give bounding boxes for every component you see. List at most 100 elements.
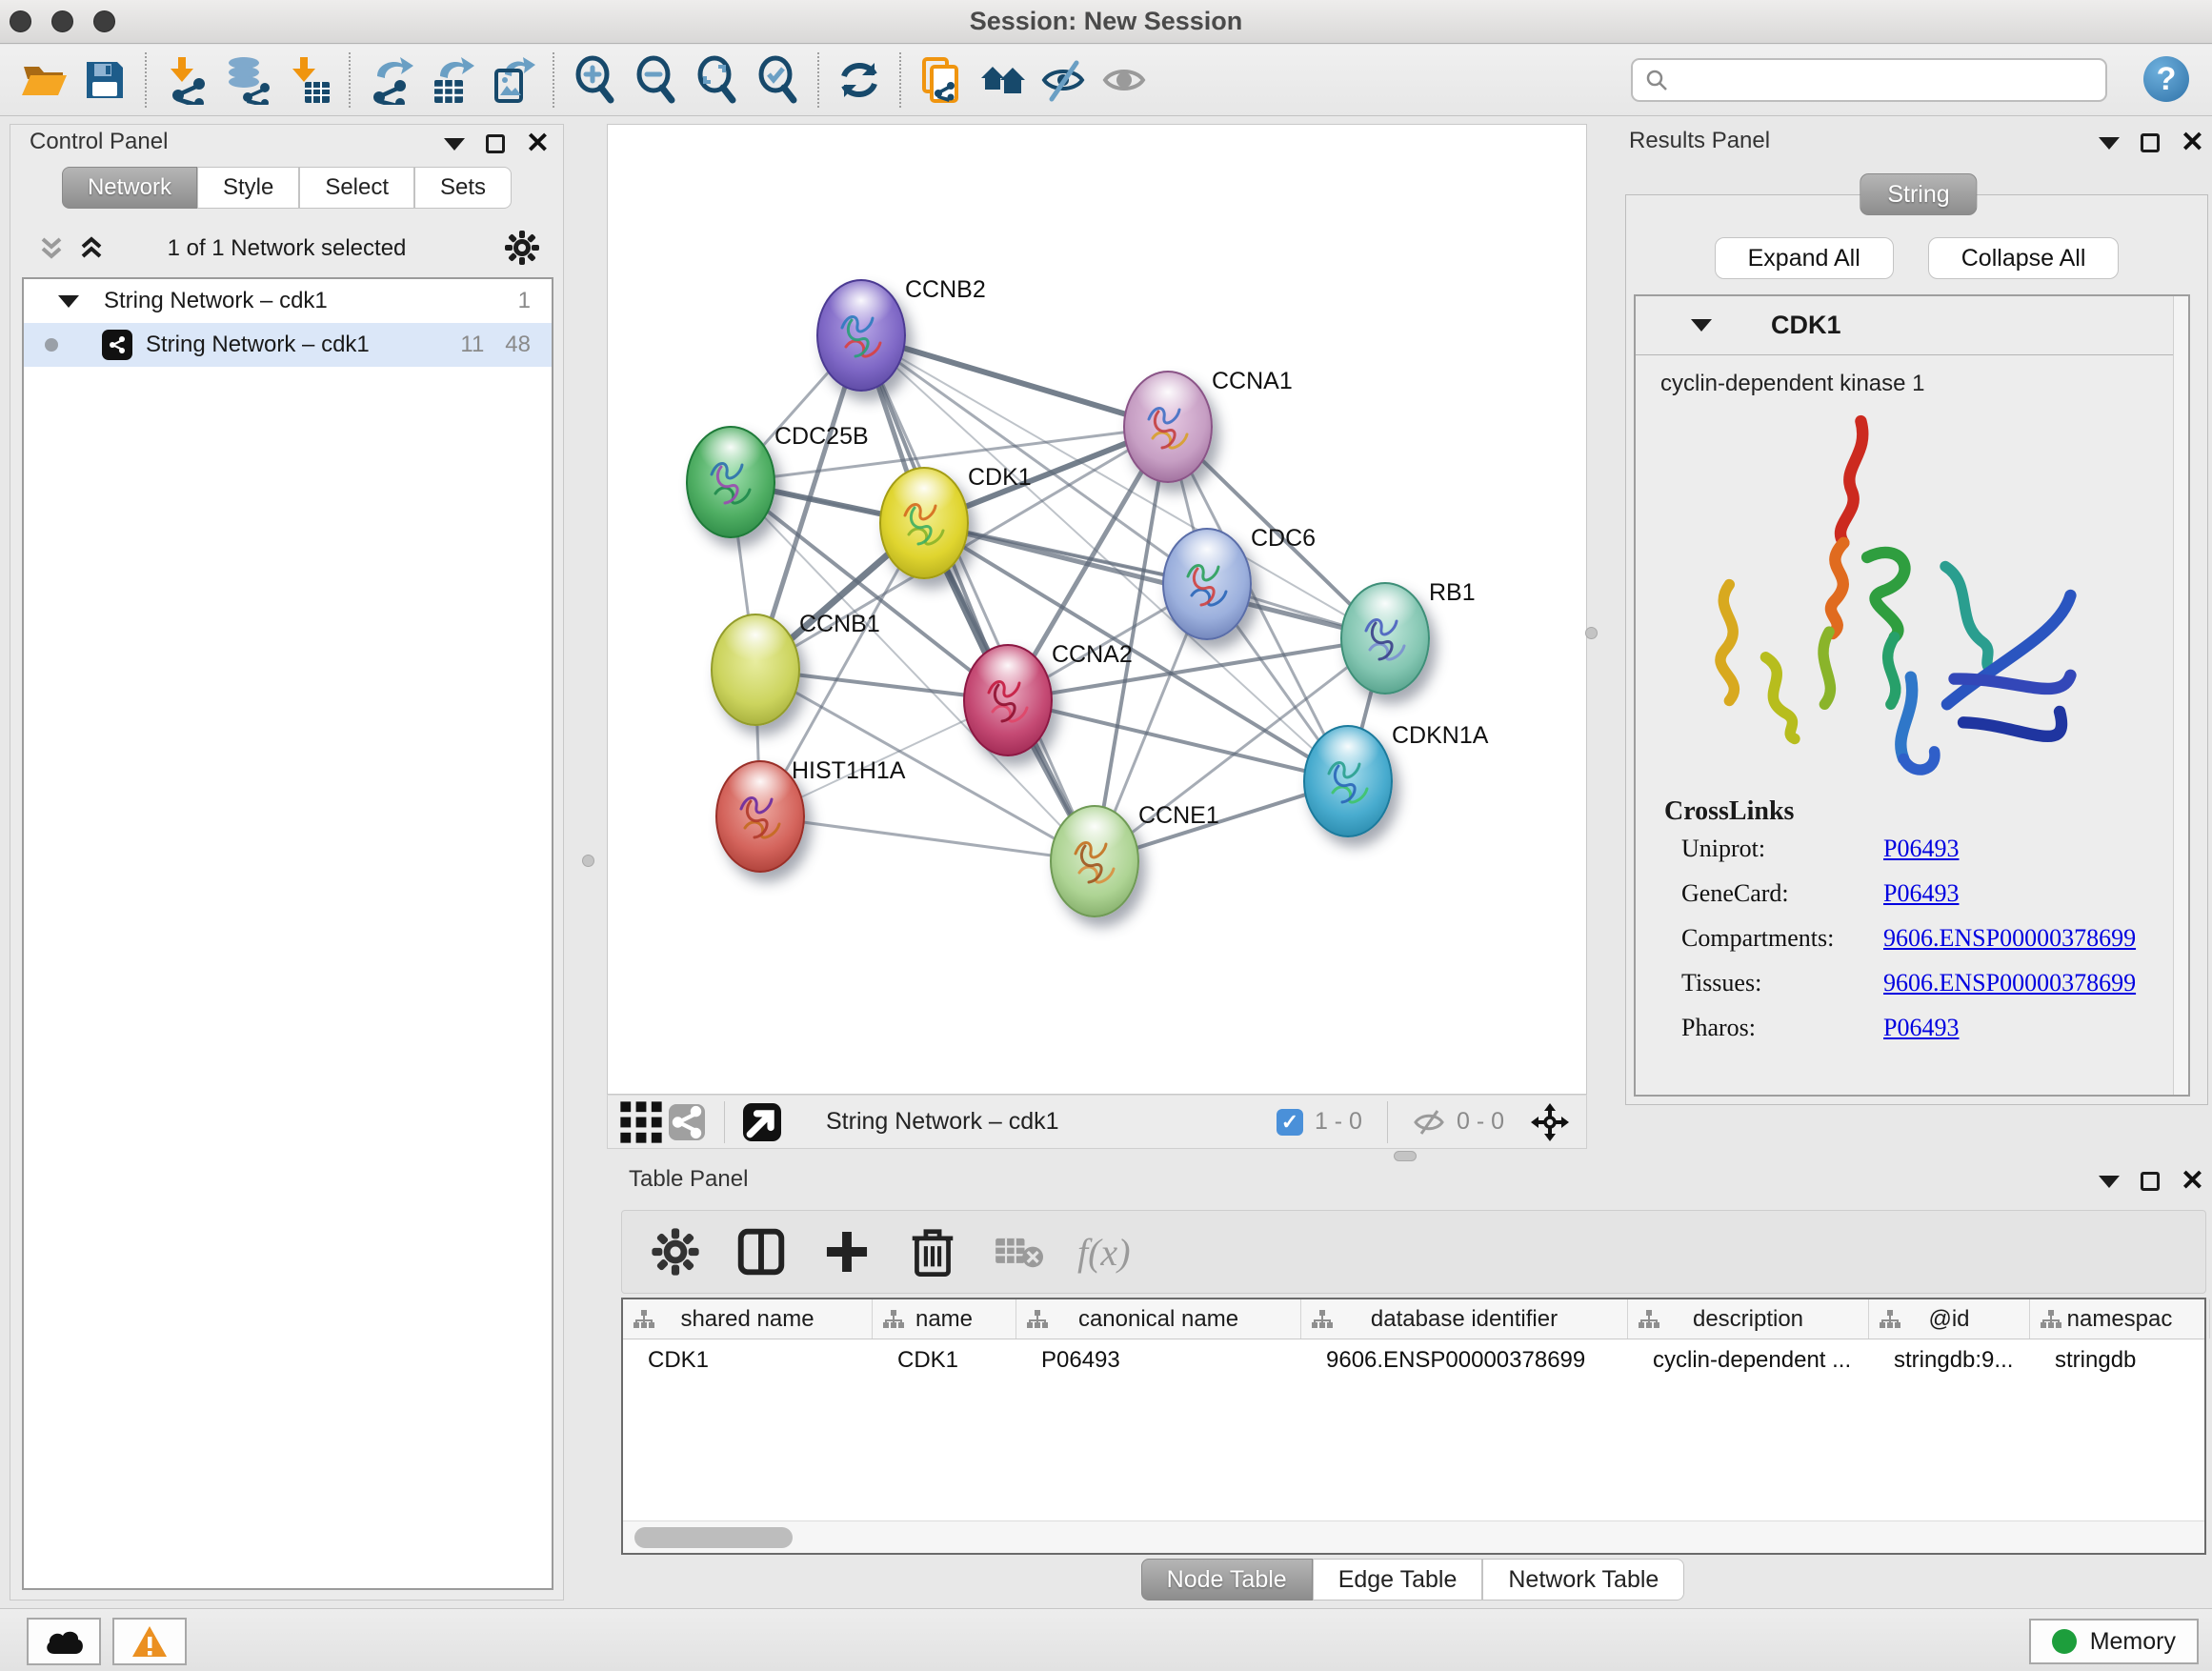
- network-node-ccnb1[interactable]: [711, 614, 800, 726]
- import-network-button[interactable]: [156, 51, 217, 109]
- crosslink-label: GeneCard:: [1681, 879, 1883, 908]
- delete-table-button[interactable]: [992, 1223, 1045, 1280]
- import-table-button[interactable]: [278, 51, 339, 109]
- network-collection-row[interactable]: String Network – cdk1 1: [24, 279, 552, 323]
- table-hscrollbar[interactable]: [623, 1520, 2204, 1553]
- control-panel: Control Panel ✕ NetworkStyleSelectSets 1…: [10, 124, 564, 1601]
- gene-expander-icon[interactable]: [1691, 319, 1712, 332]
- float-panel-icon[interactable]: [2141, 133, 2160, 152]
- save-session-button[interactable]: [74, 51, 135, 109]
- selected-checkbox-icon[interactable]: ✓: [1277, 1109, 1303, 1136]
- warnings-button[interactable]: [112, 1618, 187, 1665]
- collapse-panel-icon[interactable]: [2099, 137, 2120, 150]
- close-panel-icon[interactable]: ✕: [526, 134, 550, 153]
- tab-edge-table[interactable]: Edge Table: [1313, 1559, 1483, 1601]
- help-button[interactable]: ?: [2143, 56, 2189, 102]
- float-panel-icon[interactable]: [2141, 1172, 2160, 1191]
- search-input[interactable]: [1677, 67, 2096, 93]
- birdseye-grid-icon[interactable]: [619, 1094, 663, 1151]
- zoom-fit-button[interactable]: [686, 51, 747, 109]
- zoom-selected-icon: [753, 55, 802, 105]
- zoom-in-icon: [570, 55, 619, 105]
- crosslink-link[interactable]: P06493: [1883, 835, 1959, 863]
- network-node-ccna2[interactable]: [963, 644, 1053, 756]
- collapse-panel-icon[interactable]: [2099, 1176, 2120, 1188]
- tab-style[interactable]: Style: [197, 167, 299, 209]
- node-table: shared namename canonical name database id…: [621, 1298, 2206, 1555]
- tab-network-table[interactable]: Network Table: [1482, 1559, 1684, 1601]
- open-in-new-window-icon[interactable]: [738, 1094, 786, 1151]
- export-image-button[interactable]: [482, 51, 543, 109]
- network-canvas[interactable]: CCNB2CCNA1CDC25BCDK1CDC6RB1CCNB1CCNA2CDK…: [607, 124, 1587, 1095]
- network-row[interactable]: String Network – cdk1 11 48: [24, 323, 552, 367]
- table-cell[interactable]: CDK1: [623, 1339, 873, 1381]
- column-header-name[interactable]: name: [873, 1299, 1016, 1339]
- crosslink-link[interactable]: 9606.ENSP00000378699: [1883, 924, 2136, 953]
- column-header-namespac[interactable]: namespac: [2030, 1299, 2210, 1339]
- network-options-gear-icon[interactable]: [504, 230, 540, 271]
- crosslink-link[interactable]: 9606.ENSP00000378699: [1883, 969, 2136, 997]
- zoom-in-button[interactable]: [564, 51, 625, 109]
- zoom-out-button[interactable]: [625, 51, 686, 109]
- left-splitter-handle[interactable]: [582, 855, 594, 867]
- delete-column-button[interactable]: [906, 1223, 959, 1280]
- show-all-button[interactable]: [1094, 51, 1155, 109]
- network-node-rb1[interactable]: [1340, 582, 1430, 695]
- network-node-ccna1[interactable]: [1123, 371, 1213, 483]
- table-cell[interactable]: 9606.ENSP00000378699: [1301, 1339, 1628, 1381]
- network-node-ccne1[interactable]: [1050, 805, 1139, 917]
- refresh-button[interactable]: [829, 51, 890, 109]
- collapse-panel-icon[interactable]: [444, 138, 465, 151]
- tab-select[interactable]: Select: [299, 167, 414, 209]
- add-column-button[interactable]: [820, 1223, 874, 1280]
- column-header--id[interactable]: @id: [1869, 1299, 2030, 1339]
- memory-button[interactable]: Memory: [2029, 1619, 2199, 1664]
- protein-thumbnail: [704, 448, 757, 516]
- table-options-button[interactable]: [649, 1223, 702, 1280]
- crosslink-link[interactable]: P06493: [1883, 1014, 1959, 1042]
- table-cell[interactable]: stringdb: [2030, 1339, 2210, 1381]
- new-network-from-selection-button[interactable]: [911, 51, 972, 109]
- open-session-button[interactable]: [13, 51, 74, 109]
- import-network-from-database-button[interactable]: [217, 51, 278, 109]
- network-node-cdk1[interactable]: [879, 467, 969, 579]
- table-row[interactable]: CDK1CDK1P064939606.ENSP00000378699cyclin…: [623, 1339, 2204, 1381]
- close-panel-icon[interactable]: ✕: [2181, 1172, 2204, 1191]
- export-table-button[interactable]: [421, 51, 482, 109]
- collapse-all-button[interactable]: Collapse All: [1928, 237, 2120, 279]
- column-header-shared-name[interactable]: shared name: [623, 1299, 873, 1339]
- network-node-cdkn1a[interactable]: [1303, 725, 1393, 837]
- collection-expander-icon[interactable]: [58, 295, 79, 308]
- hide-selected-button[interactable]: [1033, 51, 1094, 109]
- tab-string[interactable]: String: [1860, 173, 1977, 215]
- float-panel-icon[interactable]: [486, 134, 505, 153]
- column-header-database-identifier[interactable]: database identifier: [1301, 1299, 1628, 1339]
- network-share-icon[interactable]: [663, 1094, 711, 1151]
- tab-node-table[interactable]: Node Table: [1141, 1559, 1313, 1601]
- expand-all-button[interactable]: Expand All: [1715, 237, 1894, 279]
- home-view-button[interactable]: [972, 51, 1033, 109]
- table-cell[interactable]: CDK1: [873, 1339, 1016, 1381]
- close-panel-icon[interactable]: ✕: [2181, 133, 2204, 152]
- column-header-label: canonical name: [1078, 1306, 1238, 1333]
- function-builder-button[interactable]: f(x): [1077, 1230, 1131, 1275]
- network-node-ccnb2[interactable]: [816, 279, 906, 392]
- table-cell[interactable]: stringdb:9...: [1869, 1339, 2030, 1381]
- network-node-cdc6[interactable]: [1162, 528, 1252, 640]
- zoom-selected-button[interactable]: [747, 51, 808, 109]
- scrollbar-thumb[interactable]: [634, 1527, 793, 1548]
- show-columns-button[interactable]: [734, 1223, 788, 1280]
- tab-network[interactable]: Network: [62, 167, 197, 209]
- column-header-description[interactable]: description: [1628, 1299, 1869, 1339]
- column-header-canonical-name[interactable]: canonical name: [1016, 1299, 1301, 1339]
- tab-sets[interactable]: Sets: [414, 167, 512, 209]
- network-node-cdc25b[interactable]: [686, 426, 775, 538]
- cloud-services-button[interactable]: [27, 1618, 101, 1665]
- export-network-button[interactable]: [360, 51, 421, 109]
- results-scrollbar[interactable]: [2173, 296, 2188, 1095]
- table-cell[interactable]: P06493: [1016, 1339, 1301, 1381]
- crosslink-link[interactable]: P06493: [1883, 879, 1959, 908]
- table-cell[interactable]: cyclin-dependent ...: [1628, 1339, 1869, 1381]
- fit-selection-crosshair-icon[interactable]: [1529, 1101, 1571, 1143]
- right-splitter-handle[interactable]: [1585, 627, 1598, 639]
